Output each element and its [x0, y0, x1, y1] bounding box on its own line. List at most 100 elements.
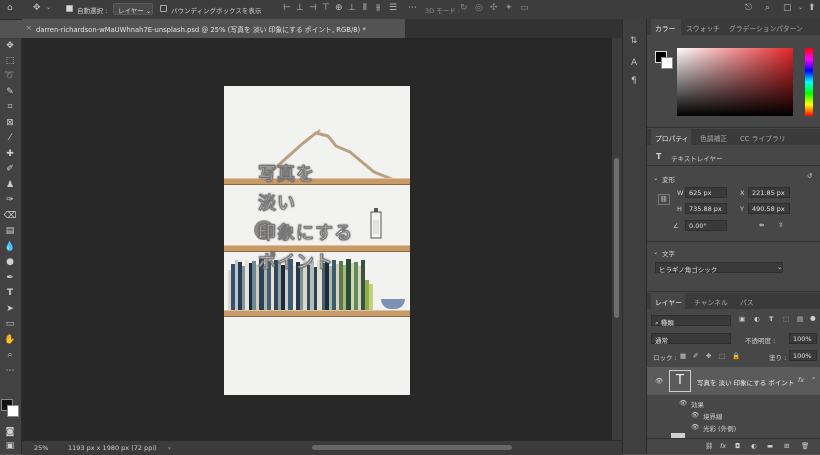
- more-tools-icon[interactable]: ⋯: [3, 365, 17, 378]
- share-icon[interactable]: ⎋: [745, 4, 752, 13]
- glow-visibility-icon[interactable]: 👁: [691, 423, 699, 431]
- tab-adjustments[interactable]: 色調補正: [700, 133, 727, 143]
- filter-adjustment-icon[interactable]: ◐: [754, 315, 760, 323]
- auto-select-checkbox[interactable]: [66, 5, 73, 12]
- filter-toggle-icon[interactable]: ●: [810, 314, 816, 322]
- zoom-tool-icon[interactable]: ⌕: [3, 349, 17, 362]
- layer-filter-dropdown[interactable]: ⌕ 種類: [651, 315, 731, 327]
- pan-3d-icon[interactable]: ✣: [490, 4, 498, 13]
- dodge-tool-icon[interactable]: ●: [3, 256, 17, 269]
- tab-swatches[interactable]: スウォッチ: [686, 23, 720, 33]
- document-canvas[interactable]: 写真を 淡い 印象にする ポイント: [224, 86, 410, 395]
- filter-smart-object-icon[interactable]: ▤: [797, 315, 803, 323]
- type-tool-icon[interactable]: T: [3, 287, 17, 300]
- stroke-visibility-icon[interactable]: 👁: [691, 411, 699, 419]
- roll-3d-icon[interactable]: ◎: [475, 4, 483, 13]
- layer-visibility-icon[interactable]: 👁: [655, 377, 663, 385]
- horizontal-scroll-thumb[interactable]: [312, 445, 512, 450]
- background-color-swatch[interactable]: [7, 405, 19, 417]
- healing-brush-tool-icon[interactable]: ✚: [3, 148, 17, 161]
- add-style-icon[interactable]: fx: [720, 442, 726, 450]
- layer-name[interactable]: 写真を 淡い 印象にする ポイント: [697, 377, 794, 387]
- more-options-icon[interactable]: ⋯: [408, 4, 417, 13]
- filter-pixel-icon[interactable]: ▣: [739, 315, 745, 323]
- new-layer-icon[interactable]: ⊞: [784, 442, 789, 450]
- transform-chevron-icon[interactable]: ⌄: [653, 174, 658, 182]
- lock-artboard-icon[interactable]: ⬚: [719, 352, 725, 360]
- workspace-icon[interactable]: ▢: [783, 4, 792, 13]
- lasso-tool-icon[interactable]: ➰: [3, 70, 17, 83]
- rectangle-tool-icon[interactable]: ▭: [3, 318, 17, 331]
- close-tab-icon[interactable]: ×: [26, 24, 32, 32]
- eyedropper-tool-icon[interactable]: ⁄: [3, 132, 17, 145]
- paragraph-panel-icon[interactable]: ¶: [631, 77, 637, 86]
- effects-visibility-icon[interactable]: 👁: [679, 399, 687, 407]
- align-center-icon[interactable]: ⊥: [296, 4, 304, 13]
- x-field[interactable]: 221.85 px: [748, 187, 790, 198]
- orbit-3d-icon[interactable]: ↻: [460, 4, 468, 13]
- tab-cc-libraries[interactable]: CC ライブラリ: [740, 133, 786, 143]
- text-layer-row[interactable]: 👁 T 写真を 淡い 印象にする ポイント fx ⌃: [647, 367, 820, 395]
- distribute-v-icon[interactable]: ☰: [389, 4, 397, 13]
- distribute-h-icon[interactable]: ⫵: [376, 4, 380, 13]
- vertical-scrollbar[interactable]: [612, 38, 622, 440]
- eraser-tool-icon[interactable]: ⌫: [3, 210, 17, 223]
- workspace-chevron-icon[interactable]: ⌄: [798, 5, 803, 11]
- fill-field[interactable]: 100%: [789, 350, 817, 361]
- crop-tool-icon[interactable]: ⌗: [3, 101, 17, 114]
- flip-vertical-icon[interactable]: ⇳: [778, 221, 783, 229]
- share-doc-icon[interactable]: ⬆: [808, 4, 816, 13]
- width-field[interactable]: 625 px: [685, 187, 727, 198]
- reset-transform-icon[interactable]: ↺: [807, 172, 812, 180]
- slide-3d-icon[interactable]: ✦: [505, 4, 513, 13]
- new-adjustment-icon[interactable]: ◐: [751, 442, 757, 450]
- flip-horizontal-icon[interactable]: ⇹: [759, 221, 764, 229]
- move-tool-icon[interactable]: ✥: [33, 4, 41, 13]
- path-select-tool-icon[interactable]: ➤: [3, 303, 17, 316]
- hue-slider[interactable]: [805, 48, 813, 116]
- vertical-scroll-thumb[interactable]: [614, 158, 619, 318]
- auto-select-target-dropdown[interactable]: レイヤー ⌄: [113, 3, 153, 15]
- show-bbox-checkbox[interactable]: [160, 5, 167, 12]
- quick-mask-icon[interactable]: ◙: [3, 426, 17, 439]
- clone-stamp-tool-icon[interactable]: ♟: [3, 179, 17, 192]
- gradient-tool-icon[interactable]: ▤: [3, 225, 17, 238]
- marquee-tool-icon[interactable]: ⬚: [3, 55, 17, 68]
- font-dropdown-chevron-icon[interactable]: ⌄: [777, 263, 782, 271]
- add-mask-icon[interactable]: ◘: [735, 442, 740, 450]
- blur-tool-icon[interactable]: 💧: [3, 241, 17, 254]
- y-field[interactable]: 490.58 px: [748, 203, 790, 214]
- lock-transparent-icon[interactable]: ▦: [680, 352, 686, 360]
- document-tab[interactable]: × darren-richardson-wMaUWhnah7E-unsplash…: [22, 19, 405, 38]
- screen-mode-icon[interactable]: ▣: [3, 440, 17, 453]
- bg-color-chip[interactable]: [661, 57, 673, 69]
- scale-3d-icon[interactable]: ▭: [520, 4, 529, 13]
- brush-tool-icon[interactable]: ✐: [3, 163, 17, 176]
- chevron-down-icon[interactable]: ⌄: [46, 5, 51, 11]
- lock-all-icon[interactable]: 🔒: [732, 352, 740, 360]
- tab-paths[interactable]: パス: [740, 297, 754, 307]
- font-family-dropdown[interactable]: ヒラギノ角ゴシック: [655, 262, 783, 274]
- link-layers-icon[interactable]: ⛓: [705, 442, 713, 450]
- angle-field[interactable]: 0.00°: [685, 220, 727, 231]
- distribute-icon[interactable]: ⫴: [363, 4, 367, 13]
- tab-patterns[interactable]: パターン: [776, 23, 803, 33]
- move-tool-icon[interactable]: ✥: [3, 40, 17, 53]
- collapse-effects-icon[interactable]: ⌃: [811, 376, 816, 384]
- link-icon[interactable]: ⛓: [658, 194, 670, 205]
- character-panel-icon[interactable]: A: [631, 59, 637, 68]
- status-chevron-icon[interactable]: ›: [168, 444, 171, 452]
- tab-channels[interactable]: チャンネル: [694, 297, 728, 307]
- frame-tool-icon[interactable]: ⊠: [3, 117, 17, 130]
- zoom-level[interactable]: 25%: [34, 444, 48, 452]
- tab-color[interactable]: カラー: [655, 23, 675, 33]
- lock-image-icon[interactable]: ✐: [693, 352, 698, 360]
- height-field[interactable]: 735.88 px: [685, 203, 727, 214]
- tab-layers[interactable]: レイヤー: [655, 297, 682, 307]
- history-brush-tool-icon[interactable]: ✑: [3, 194, 17, 207]
- tab-properties[interactable]: プロパティ: [655, 133, 689, 143]
- pen-tool-icon[interactable]: ✒: [3, 272, 17, 285]
- character-chevron-icon[interactable]: ⌄: [653, 248, 658, 256]
- align-left-icon[interactable]: ⊢: [283, 4, 291, 13]
- align-right-icon[interactable]: ⊣: [309, 4, 317, 13]
